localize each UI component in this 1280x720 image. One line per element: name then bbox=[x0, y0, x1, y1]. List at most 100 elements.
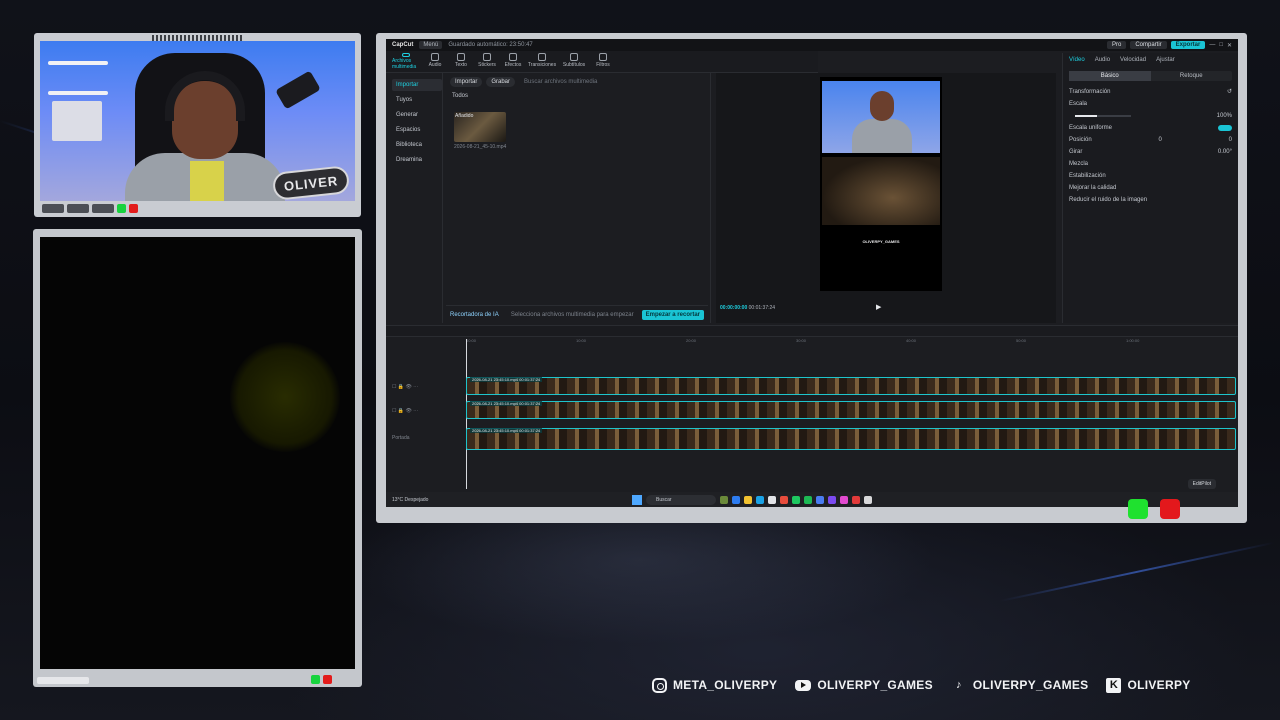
position-label: Posición bbox=[1069, 137, 1092, 143]
microphone bbox=[275, 70, 321, 110]
streamer-shirt bbox=[190, 161, 224, 201]
preview-caption: OLIVERPY_GAMES bbox=[862, 239, 900, 244]
track-controls[interactable]: ☐ 🔒 👁 ⋯ bbox=[392, 408, 418, 414]
app-icon[interactable] bbox=[768, 495, 776, 504]
media-filename: 2026-08-21_45-10.mp4 bbox=[454, 144, 507, 150]
stabilize-row[interactable]: Estabilización bbox=[1063, 170, 1238, 182]
blend-row[interactable]: Mezcla bbox=[1063, 158, 1238, 170]
share-button[interactable]: Compartir bbox=[1130, 41, 1167, 49]
app-icon[interactable] bbox=[852, 495, 860, 504]
start-trim-button[interactable]: Empezar a recortar bbox=[641, 309, 704, 320]
app-icon[interactable] bbox=[816, 495, 824, 504]
tab-adjust[interactable]: Ajustar bbox=[1156, 57, 1175, 63]
transition-icon bbox=[538, 53, 546, 61]
app-logo: CapCut bbox=[392, 42, 414, 48]
uniform-toggle[interactable] bbox=[1218, 125, 1232, 131]
sidebar-item-generate[interactable]: Generar bbox=[392, 109, 442, 121]
tool-text[interactable]: Texto bbox=[450, 53, 472, 70]
record-button[interactable]: Grabar bbox=[486, 77, 516, 87]
monitor-frame: CapCut Menú Guardado automático: 23:50:4… bbox=[376, 33, 1247, 523]
taskbar-search[interactable]: Buscar bbox=[646, 494, 716, 505]
preview-canvas[interactable]: OLIVERPY_GAMES bbox=[820, 77, 942, 291]
tool-stickers[interactable]: Stickers bbox=[476, 53, 498, 70]
preview-head bbox=[870, 91, 894, 121]
reset-icon[interactable]: ↺ bbox=[1227, 88, 1232, 95]
tab-speed[interactable]: Velocidad bbox=[1120, 57, 1146, 63]
tool-subtitles[interactable]: Subtítulos bbox=[560, 53, 588, 70]
app-icon[interactable] bbox=[864, 495, 872, 504]
media-panel: Importar Grabar Buscar archivos multimed… bbox=[446, 73, 708, 323]
maximize-icon[interactable]: □ bbox=[1219, 42, 1223, 48]
scale-value[interactable]: 100% bbox=[1217, 113, 1232, 119]
subtab-basic[interactable]: Básico bbox=[1069, 71, 1151, 81]
transform-heading: Transformación ↺ bbox=[1063, 85, 1238, 98]
monitor-indicators bbox=[1128, 499, 1180, 519]
tool-transitions[interactable]: Transiciones bbox=[528, 53, 556, 70]
scale-label: Escala bbox=[1069, 101, 1088, 107]
timeline-clip[interactable]: 2026-08-21 23:45:10.mp4 00:01:37:24 bbox=[466, 401, 1236, 419]
browser-icon[interactable] bbox=[756, 495, 764, 504]
transform-label: Transformación bbox=[1069, 88, 1111, 95]
position-y[interactable]: 0 bbox=[1229, 137, 1232, 143]
cover-button[interactable]: Portada bbox=[392, 435, 410, 441]
webcam-frame: OLIVER bbox=[34, 33, 361, 217]
filter-icon bbox=[599, 53, 607, 61]
timeline-clip[interactable]: 2026-08-21 23:45:10.mp4 00:01:37:24 bbox=[466, 428, 1236, 450]
ai-trimmer-label: Recortadora de IA bbox=[450, 311, 499, 318]
timeline-ruler: 00:00 10:00 20:00 30:00 40:00 50:00 1:00… bbox=[466, 338, 1236, 348]
status-slot bbox=[67, 204, 89, 213]
current-time: 00:00:00:00 bbox=[720, 305, 748, 311]
tool-filters[interactable]: Filtros bbox=[592, 53, 614, 70]
sidebar-item-import[interactable]: Importar bbox=[392, 79, 442, 91]
spotify-icon[interactable] bbox=[804, 495, 812, 504]
export-button[interactable]: Exportar bbox=[1170, 41, 1206, 49]
oliver-logo: OLIVER bbox=[271, 165, 351, 201]
sidebar-item-library[interactable]: Biblioteca bbox=[392, 139, 442, 151]
sidebar-item-dreamina[interactable]: Dreamina bbox=[392, 154, 442, 166]
tool-media[interactable]: Archivos multimedia bbox=[392, 53, 420, 70]
pro-button[interactable]: Pro bbox=[1106, 41, 1127, 49]
close-icon[interactable]: ✕ bbox=[1227, 42, 1232, 49]
sidebar-item-spaces[interactable]: Espacios bbox=[392, 124, 442, 136]
slider-fill bbox=[1075, 115, 1097, 117]
tab-video[interactable]: Vídeo bbox=[1069, 57, 1085, 63]
social-handle: OLIVERPY_GAMES bbox=[972, 678, 1089, 692]
chat-indicators bbox=[311, 675, 332, 684]
weather-widget[interactable]: 13°C Despejado bbox=[392, 497, 432, 503]
rotate-value[interactable]: 0.00° bbox=[1218, 149, 1232, 155]
tab-audio[interactable]: Audio bbox=[1095, 57, 1110, 63]
media-search-input[interactable]: Buscar archivos multimedia bbox=[519, 77, 704, 87]
import-button[interactable]: Importar bbox=[450, 77, 483, 87]
stream-overlay: OLIVER CapCut Menú Guardado automático: … bbox=[0, 0, 1280, 720]
play-icon[interactable]: ▶ bbox=[876, 303, 881, 311]
scale-slider[interactable] bbox=[1075, 115, 1131, 117]
app-icon[interactable] bbox=[792, 495, 800, 504]
minimize-icon[interactable]: — bbox=[1209, 42, 1215, 48]
menu-button[interactable]: Menú bbox=[419, 41, 443, 49]
chat-frame bbox=[33, 229, 362, 687]
chrome-icon[interactable] bbox=[780, 495, 788, 504]
tool-audio[interactable]: Audio bbox=[424, 53, 446, 70]
app-icon[interactable] bbox=[732, 495, 740, 504]
position-x[interactable]: 0 bbox=[1159, 137, 1162, 143]
windows-start-icon[interactable] bbox=[632, 494, 642, 505]
tool-effects[interactable]: Efectos bbox=[502, 53, 524, 70]
timeline-clip[interactable]: 2026-08-21 23:45:10.mp4 00:01:37:24 bbox=[466, 377, 1236, 395]
subtab-retouch[interactable]: Retoque bbox=[1151, 71, 1233, 81]
app-icon[interactable] bbox=[828, 495, 836, 504]
denoise-row[interactable]: Reducir el ruido de la imagen bbox=[1063, 194, 1238, 206]
app-icon[interactable] bbox=[840, 495, 848, 504]
folder-icon[interactable] bbox=[744, 495, 752, 504]
editpilot-button[interactable]: EditPilot bbox=[1187, 479, 1216, 489]
ruler-tick: 1:00:00 bbox=[1126, 338, 1140, 343]
track-controls[interactable]: ☐ 🔒 👁 ⋯ bbox=[392, 384, 418, 390]
green-indicator bbox=[311, 675, 320, 684]
uniform-label: Escala uniforme bbox=[1069, 125, 1113, 131]
media-icon bbox=[402, 53, 410, 57]
enhance-row[interactable]: Mejorar la calidad bbox=[1063, 182, 1238, 194]
preview-webcam bbox=[822, 81, 940, 153]
autosave-status: Guardado automático: 23:50:47 bbox=[448, 42, 533, 48]
sidebar-item-yours[interactable]: Tuyos bbox=[392, 94, 442, 106]
app-icon[interactable] bbox=[720, 495, 728, 504]
ruler-tick: 40:00 bbox=[906, 338, 917, 343]
